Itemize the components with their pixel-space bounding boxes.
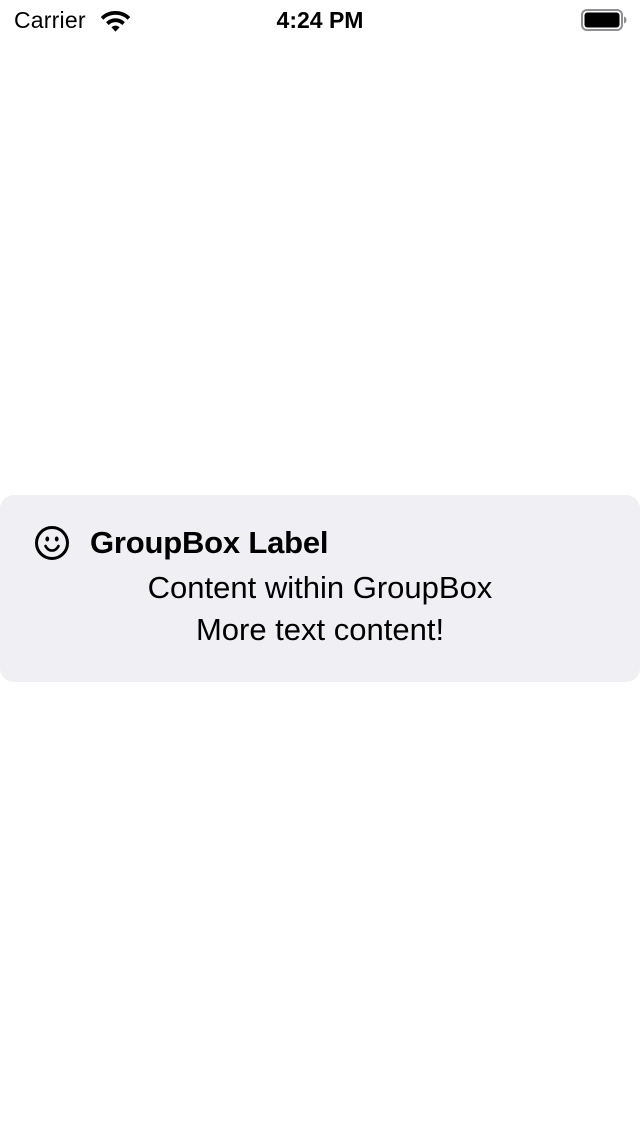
battery-full-icon: [581, 9, 627, 31]
groupbox-header: GroupBox Label: [34, 525, 329, 561]
groupbox-label: GroupBox Label: [90, 525, 329, 560]
content-text: Content within GroupBox: [147, 570, 493, 605]
groupbox-content: Content within GroupBox More text conten…: [0, 567, 640, 651]
screen: Carrier 4:24 PM GroupBox Label Content w…: [0, 0, 640, 1136]
groupbox: GroupBox Label Content within GroupBox M…: [0, 495, 640, 682]
smiley-face-icon: [35, 526, 69, 560]
status-bar: Carrier 4:24 PM: [0, 0, 640, 40]
status-time: 4:24 PM: [276, 7, 364, 33]
content-text: More text content!: [195, 612, 445, 647]
